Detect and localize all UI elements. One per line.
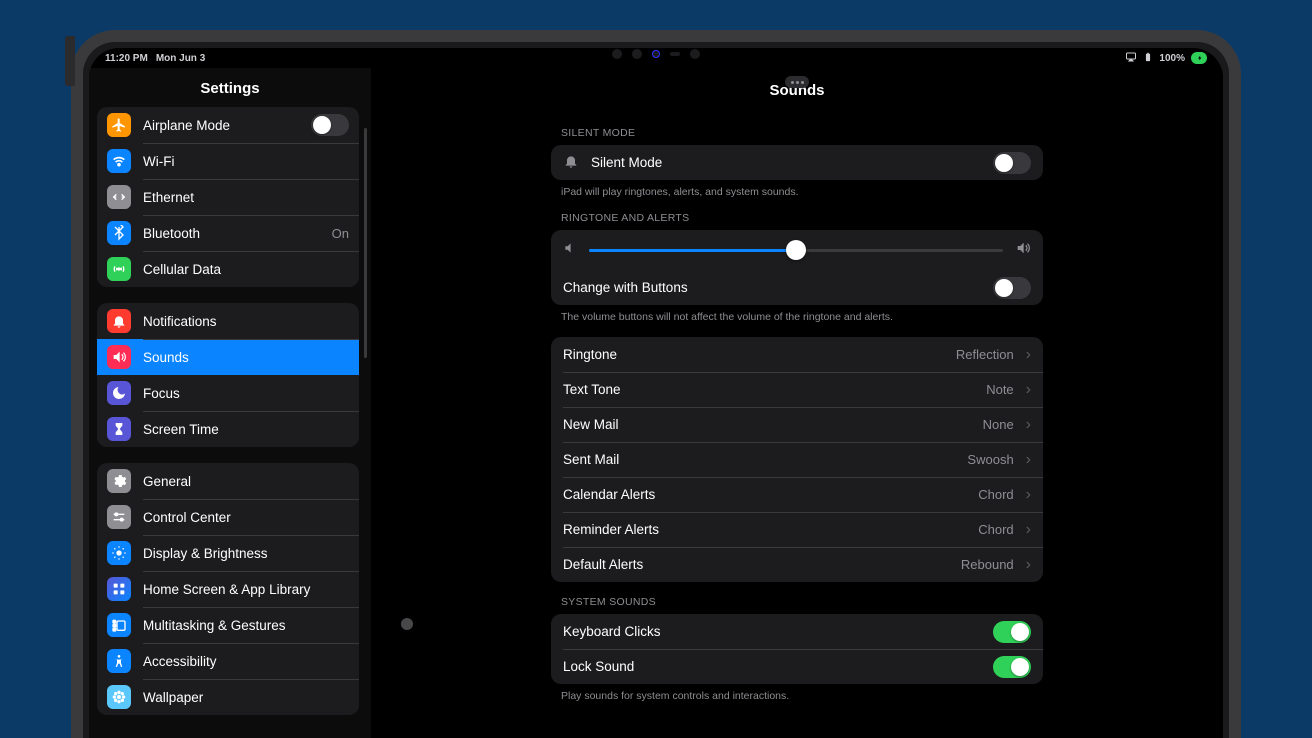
- chevron-right-icon: ›: [1026, 486, 1031, 504]
- system-sounds-card: Keyboard Clicks Lock Sound: [551, 614, 1043, 684]
- volume-high-icon: [1015, 240, 1031, 261]
- change-with-buttons-row[interactable]: Change with Buttons: [551, 270, 1043, 305]
- chevron-right-icon: ›: [1026, 556, 1031, 574]
- sidebar-item-screentime[interactable]: Screen Time: [97, 411, 359, 447]
- sidebar-title: Settings: [97, 74, 363, 107]
- sidebar-item-ethernet[interactable]: Ethernet: [97, 179, 359, 215]
- bell-icon: [563, 153, 579, 172]
- silent-header: Silent Mode: [551, 113, 1043, 145]
- lock-sound-toggle[interactable]: [993, 656, 1031, 678]
- gear-icon: [107, 469, 131, 493]
- sidebar-item-sounds[interactable]: Sounds: [97, 339, 359, 375]
- airplane-icon: [107, 113, 131, 137]
- multitask-dots[interactable]: [785, 76, 809, 88]
- ringalerts-card: Change with Buttons: [551, 230, 1043, 305]
- sidebar-item-bluetooth[interactable]: Bluetooth On: [97, 215, 359, 251]
- volume-slider[interactable]: [589, 249, 1003, 252]
- assistive-touch-dot[interactable]: [401, 618, 413, 630]
- ipad-frame: 11:20 PM Mon Jun 3 100% Settings: [71, 30, 1241, 738]
- calendar-alerts-row[interactable]: Calendar Alerts Chord ›: [551, 477, 1043, 512]
- sidebar-item-focus[interactable]: Focus: [97, 375, 359, 411]
- detail-pane: Sounds Silent Mode Silent Mode iPad will…: [371, 68, 1223, 738]
- airplane-toggle[interactable]: [311, 114, 349, 136]
- wifi-icon: [107, 149, 131, 173]
- moon-icon: [107, 381, 131, 405]
- silent-footer: iPad will play ringtones, alerts, and sy…: [551, 180, 1043, 198]
- sidebar-group-network: Airplane Mode Wi-Fi Ethernet: [97, 107, 359, 287]
- cellular-icon: [107, 257, 131, 281]
- volume-low-icon: [563, 241, 577, 260]
- sidebar-item-notifications[interactable]: Notifications: [97, 303, 359, 339]
- change-buttons-toggle[interactable]: [993, 277, 1031, 299]
- text-tone-row[interactable]: Text Tone Note ›: [551, 372, 1043, 407]
- bluetooth-icon: [107, 221, 131, 245]
- tones-card: Ringtone Reflection › Text Tone Note › N…: [551, 337, 1043, 582]
- sliders-icon: [107, 505, 131, 529]
- chevron-right-icon: ›: [1026, 346, 1031, 364]
- chevron-right-icon: ›: [1026, 381, 1031, 399]
- default-alerts-row[interactable]: Default Alerts Rebound ›: [551, 547, 1043, 582]
- sidebar-item-display[interactable]: Display & Brightness: [97, 535, 359, 571]
- settings-sidebar: Settings Airplane Mode Wi-Fi: [89, 68, 371, 738]
- keyboard-clicks-toggle[interactable]: [993, 621, 1031, 643]
- ethernet-icon: [107, 185, 131, 209]
- lock-sound-row[interactable]: Lock Sound: [551, 649, 1043, 684]
- sidebar-item-airplane[interactable]: Airplane Mode: [97, 107, 359, 143]
- sidebar-item-home-screen[interactable]: Home Screen & App Library: [97, 571, 359, 607]
- ringalerts-header: Ringtone and Alerts: [551, 198, 1043, 230]
- sent-mail-row[interactable]: Sent Mail Swoosh ›: [551, 442, 1043, 477]
- sidebar-item-multitasking[interactable]: Multitasking & Gestures: [97, 607, 359, 643]
- hourglass-icon: [107, 417, 131, 441]
- sidebar-group-attention: Notifications Sounds Focus Screen T: [97, 303, 359, 447]
- speaker-icon: [107, 345, 131, 369]
- screen: 11:20 PM Mon Jun 3 100% Settings: [89, 48, 1223, 738]
- new-mail-row[interactable]: New Mail None ›: [551, 407, 1043, 442]
- system-sounds-header: System Sounds: [551, 582, 1043, 614]
- silent-mode-row[interactable]: Silent Mode: [551, 145, 1043, 180]
- ringtone-row[interactable]: Ringtone Reflection ›: [551, 337, 1043, 372]
- sidebar-item-wifi[interactable]: Wi-Fi: [97, 143, 359, 179]
- flower-icon: [107, 685, 131, 709]
- sidebar-group-general: General Control Center Display & Brightn…: [97, 463, 359, 715]
- apps-grid-icon: [107, 577, 131, 601]
- silent-card: Silent Mode: [551, 145, 1043, 180]
- silent-mode-toggle[interactable]: [993, 152, 1031, 174]
- sidebar-item-wallpaper[interactable]: Wallpaper: [97, 679, 359, 715]
- reminder-alerts-row[interactable]: Reminder Alerts Chord ›: [551, 512, 1043, 547]
- volume-slider-row: [551, 230, 1043, 270]
- scrollbar[interactable]: [364, 128, 367, 358]
- chevron-right-icon: ›: [1026, 521, 1031, 539]
- hardware-button: [65, 36, 75, 86]
- chevron-right-icon: ›: [1026, 416, 1031, 434]
- ringalerts-footer: The volume buttons will not affect the v…: [551, 305, 1043, 323]
- keyboard-clicks-row[interactable]: Keyboard Clicks: [551, 614, 1043, 649]
- bell-badge-icon: [107, 309, 131, 333]
- brightness-icon: [107, 541, 131, 565]
- accessibility-icon: [107, 649, 131, 673]
- chevron-right-icon: ›: [1026, 451, 1031, 469]
- sidebar-item-control-center[interactable]: Control Center: [97, 499, 359, 535]
- system-sounds-footer: Play sounds for system controls and inte…: [551, 684, 1043, 702]
- stage-icon: [107, 613, 131, 637]
- sidebar-item-cellular[interactable]: Cellular Data: [97, 251, 359, 287]
- camera-notch: [89, 48, 1223, 61]
- sidebar-item-accessibility[interactable]: Accessibility: [97, 643, 359, 679]
- sidebar-item-general[interactable]: General: [97, 463, 359, 499]
